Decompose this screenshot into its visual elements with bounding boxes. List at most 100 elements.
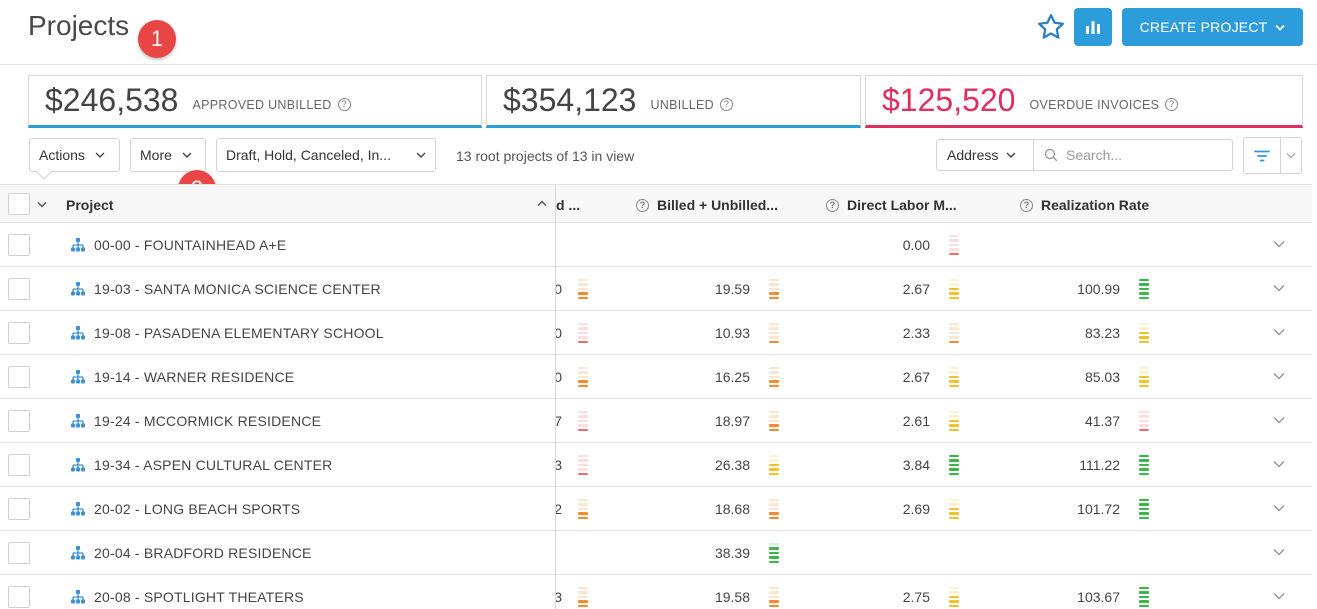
row-checkbox[interactable] [8, 366, 30, 388]
row-expand-chevron-icon[interactable] [1272, 591, 1286, 601]
create-project-button[interactable]: CREATE PROJECT [1122, 8, 1303, 46]
row-checkbox[interactable] [8, 410, 30, 432]
performance-meter-icon [769, 411, 779, 431]
more-dropdown[interactable]: More [130, 138, 206, 172]
performance-meter-icon [949, 279, 959, 299]
favorite-star-icon[interactable] [1036, 12, 1066, 42]
partial-value: 0 [554, 281, 562, 297]
kpi-value: $246,538 [45, 82, 179, 118]
performance-meter-icon [578, 279, 588, 299]
more-label: More [140, 147, 172, 163]
row-expand-chevron-icon[interactable] [1272, 283, 1286, 293]
table-row[interactable]: 19-14 - WARNER RESIDENCE 0 16.25 2.67 85… [0, 355, 1312, 399]
row-checkbox[interactable] [8, 498, 30, 520]
project-hierarchy-icon [71, 326, 85, 340]
row-checkbox[interactable] [8, 586, 30, 608]
row-checkbox[interactable] [8, 322, 30, 344]
row-checkbox[interactable] [8, 542, 30, 564]
project-name[interactable]: 00-00 - FOUNTAINHEAD A+E [94, 237, 286, 253]
help-icon[interactable]: ? [337, 98, 351, 111]
column-header-project[interactable]: Project [66, 197, 113, 213]
column-header-billed-unbilled[interactable]: ? Billed + Unbilled... [636, 197, 778, 213]
page-header: Projects 1 CREATE PROJECT [0, 0, 1317, 65]
bar-chart-icon [1086, 21, 1100, 34]
row-expand-chevron-icon[interactable] [1272, 415, 1286, 425]
select-all-checkbox[interactable] [8, 193, 30, 215]
billed-unbilled-value: 18.68 [714, 501, 750, 517]
project-hierarchy-icon [71, 502, 85, 516]
frozen-column-divider [555, 184, 556, 609]
filter-options-dropdown[interactable] [1280, 137, 1302, 174]
help-icon[interactable]: ? [720, 98, 734, 111]
performance-meter-icon [578, 323, 588, 343]
direct-labor-value: 2.67 [902, 281, 930, 297]
kpi-approved-unbilled[interactable]: $246,538 APPROVED UNBILLED? [28, 75, 482, 128]
search-field-dropdown[interactable]: Address [936, 139, 1034, 171]
search-input[interactable]: Search... [1033, 139, 1233, 171]
performance-meter-icon [949, 367, 959, 387]
actions-dropdown[interactable]: Actions [29, 138, 120, 172]
row-checkbox[interactable] [8, 278, 30, 300]
row-expand-chevron-icon[interactable] [1272, 547, 1286, 557]
direct-labor-value: 2.61 [902, 413, 930, 429]
table-row[interactable]: 20-02 - LONG BEACH SPORTS 2 18.68 2.69 1… [0, 487, 1312, 531]
column-header-label: Billed + Unbilled... [657, 197, 778, 213]
help-icon[interactable]: ? [1165, 98, 1179, 111]
performance-meter-icon [769, 543, 779, 563]
project-name[interactable]: 19-08 - PASADENA ELEMENTARY SCHOOL [94, 325, 384, 341]
root-project-count: 13 root projects of 13 in view [456, 148, 635, 164]
project-name[interactable]: 19-14 - WARNER RESIDENCE [94, 369, 294, 385]
project-name[interactable]: 19-03 - SANTA MONICA SCIENCE CENTER [94, 281, 381, 297]
direct-labor-value: 2.69 [902, 501, 930, 517]
table-row[interactable]: 20-08 - SPOTLIGHT THEATERS 3 19.58 2.75 … [0, 575, 1312, 609]
dropdown-pointer-icon [36, 171, 52, 180]
status-filter-dropdown[interactable]: Draft, Hold, Canceled, In... [216, 138, 436, 172]
help-icon[interactable]: ? [1020, 198, 1033, 212]
row-expand-chevron-icon[interactable] [1272, 503, 1286, 513]
project-name[interactable]: 20-04 - BRADFORD RESIDENCE [94, 545, 312, 561]
performance-meter-icon [1139, 279, 1149, 299]
billed-unbilled-value: 18.97 [714, 413, 750, 429]
table-row[interactable]: 19-24 - MCCORMICK RESIDENCE 7 18.97 2.61… [0, 399, 1312, 443]
billed-unbilled-value: 19.58 [714, 589, 750, 605]
reports-chart-button[interactable] [1074, 8, 1112, 46]
performance-meter-icon [769, 455, 779, 475]
kpi-unbilled[interactable]: $354,123 UNBILLED? [486, 75, 861, 128]
performance-meter-icon [578, 411, 588, 431]
help-icon[interactable]: ? [636, 198, 649, 212]
project-name[interactable]: 20-08 - SPOTLIGHT THEATERS [94, 589, 304, 605]
table-row[interactable]: 00-00 - FOUNTAINHEAD A+E 0.00 [0, 223, 1312, 267]
expand-all-chevron-icon[interactable] [37, 201, 47, 208]
chevron-down-icon [95, 152, 105, 158]
filter-button[interactable] [1243, 137, 1281, 174]
kpi-overdue-invoices[interactable]: $125,520 OVERDUE INVOICES? [865, 75, 1303, 128]
filter-icon [1254, 150, 1270, 161]
grid-body: 00-00 - FOUNTAINHEAD A+E 0.00 19-03 - SA… [0, 223, 1312, 609]
row-expand-chevron-icon[interactable] [1272, 327, 1286, 337]
chevron-down-icon [1006, 152, 1016, 158]
row-expand-chevron-icon[interactable] [1272, 239, 1286, 249]
row-checkbox[interactable] [8, 454, 30, 476]
project-name[interactable]: 20-02 - LONG BEACH SPORTS [94, 501, 300, 517]
sort-ascending-icon[interactable] [537, 200, 547, 207]
column-header-partial[interactable]: d ... [556, 197, 580, 213]
performance-meter-icon [769, 323, 779, 343]
table-row[interactable]: 19-08 - PASADENA ELEMENTARY SCHOOL 0 10.… [0, 311, 1312, 355]
row-checkbox[interactable] [8, 234, 30, 256]
table-row[interactable]: 19-34 - ASPEN CULTURAL CENTER 3 26.38 3.… [0, 443, 1312, 487]
realization-rate-value: 41.37 [1084, 413, 1120, 429]
partial-value: 7 [554, 413, 562, 429]
row-expand-chevron-icon[interactable] [1272, 371, 1286, 381]
search-placeholder: Search... [1066, 147, 1123, 163]
project-name[interactable]: 19-24 - MCCORMICK RESIDENCE [94, 413, 321, 429]
realization-rate-value: 111.22 [1079, 457, 1120, 473]
direct-labor-value: 2.67 [902, 369, 930, 385]
column-header-realization-rate[interactable]: ? Realization Rate [1020, 197, 1149, 213]
project-name[interactable]: 19-34 - ASPEN CULTURAL CENTER [94, 457, 332, 473]
table-row[interactable]: 20-04 - BRADFORD RESIDENCE 38.39 [0, 531, 1312, 575]
help-icon[interactable]: ? [826, 198, 839, 212]
column-header-direct-labor[interactable]: ? Direct Labor M... [826, 197, 957, 213]
row-expand-chevron-icon[interactable] [1272, 459, 1286, 469]
performance-meter-icon [769, 587, 779, 607]
table-row[interactable]: 19-03 - SANTA MONICA SCIENCE CENTER 0 19… [0, 267, 1312, 311]
